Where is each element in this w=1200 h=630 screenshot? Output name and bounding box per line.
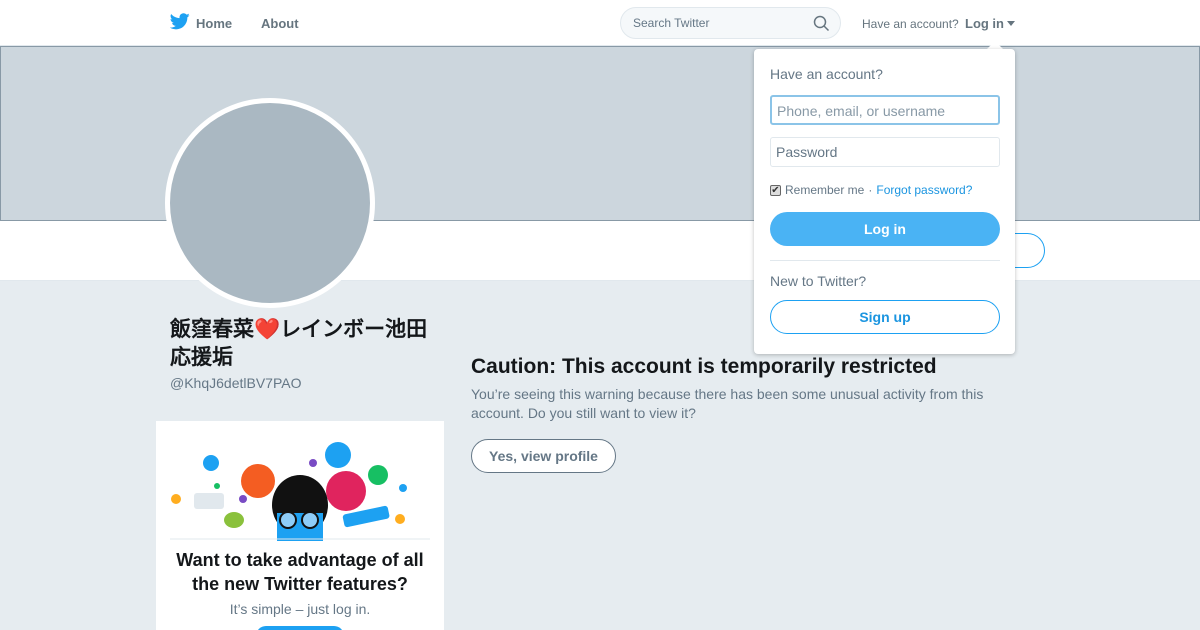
twitter-bird-icon — [169, 13, 190, 33]
promo-subtitle: It’s simple – just log in. — [229, 601, 371, 617]
login-dropdown: Have an account? Phone, email, or userna… — [754, 49, 1015, 354]
promo-login-button[interactable] — [256, 626, 344, 630]
profile-screen-name[interactable]: @KhqJ6detlBV7PAO — [170, 375, 301, 391]
login-button[interactable]: Log in — [770, 212, 1000, 246]
promo-illustration — [170, 433, 430, 541]
login-toggle-label: Log in — [965, 16, 1004, 31]
caution-message: You’re seeing this warning because there… — [471, 386, 984, 421]
nav-home-link[interactable]: Home — [169, 13, 233, 33]
avatar[interactable] — [165, 98, 375, 308]
dropdown-divider — [770, 260, 1000, 261]
nav-about-link[interactable]: About — [261, 16, 299, 31]
new-to-twitter-text: New to Twitter? — [770, 273, 867, 289]
profile-display-name[interactable]: 飯窪春菜❤️レインボー池田応援垢 — [170, 316, 430, 372]
have-account-text: Have an account? — [862, 17, 959, 31]
signup-promo-card: Want to take advantage of all the new Tw… — [156, 421, 444, 630]
caution-title: Caution: This account is temporarily res… — [471, 355, 937, 378]
password-field[interactable]: Password — [770, 137, 1000, 167]
username-field[interactable]: Phone, email, or username — [770, 95, 1000, 125]
remember-me-checkbox[interactable]: ✔ — [770, 184, 781, 196]
search-input[interactable]: Search Twitter — [633, 16, 709, 30]
nav-home-label: Home — [196, 15, 233, 31]
remember-separator: · — [868, 183, 873, 197]
search-box[interactable]: Search Twitter — [620, 7, 841, 39]
promo-title: Want to take advantage of all the new Tw… — [176, 550, 424, 594]
dropdown-header: Have an account? — [770, 66, 883, 82]
login-dropdown-toggle[interactable]: Log in — [965, 16, 1015, 31]
remember-me-label[interactable]: Remember me — [785, 183, 864, 197]
caret-down-icon — [1007, 21, 1015, 26]
signup-button[interactable]: Sign up — [770, 300, 1000, 334]
top-navigation: Home About Search Twitter Have an accoun… — [0, 0, 1200, 46]
view-profile-button[interactable]: Yes, view profile — [471, 439, 616, 473]
forgot-password-link[interactable]: Forgot password? — [876, 183, 972, 197]
remember-me-row: ✔ Remember me · Forgot password? — [770, 183, 972, 197]
search-icon[interactable] — [813, 15, 830, 37]
